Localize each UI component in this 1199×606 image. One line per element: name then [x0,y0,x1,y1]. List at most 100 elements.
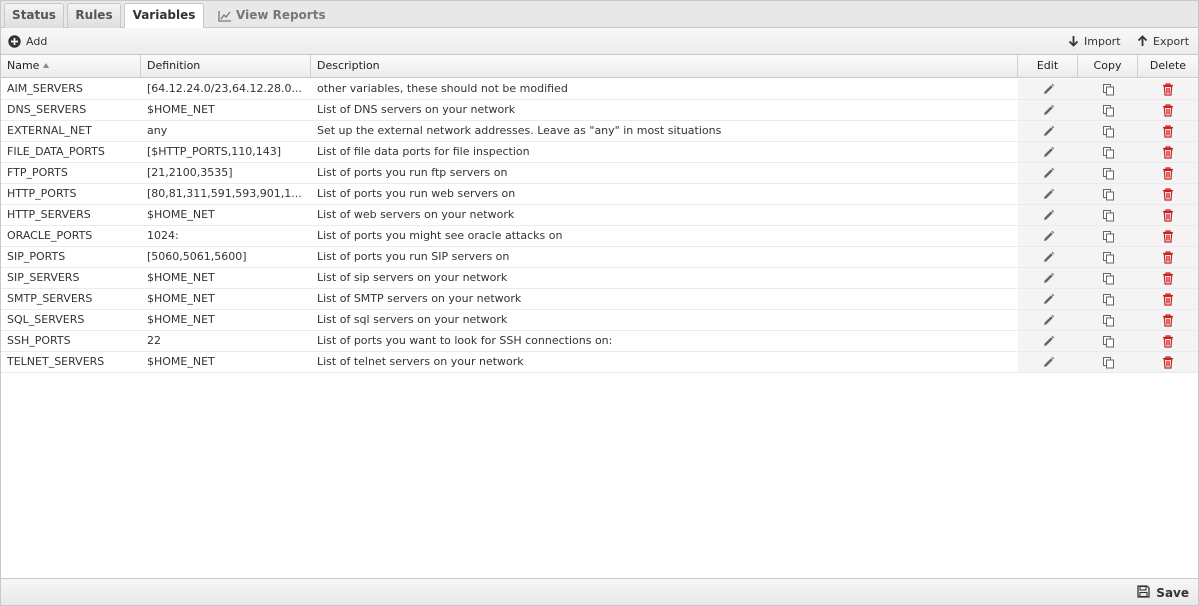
copy-icon [1102,314,1115,327]
edit-button[interactable] [1018,163,1078,183]
export-button[interactable]: Export [1137,28,1189,54]
variable-definition: [21,2100,3535] [147,166,233,179]
delete-button[interactable] [1138,205,1198,225]
table-row[interactable]: HTTP_SERVERS $HOME_NET List of web servers… [1,205,1198,226]
copy-button[interactable] [1078,163,1138,183]
column-header-description[interactable]: Description [311,55,1018,77]
column-header-name[interactable]: Name [1,55,141,77]
copy-button[interactable] [1078,184,1138,204]
delete-button[interactable] [1138,121,1198,141]
copy-button[interactable] [1078,352,1138,372]
table-row[interactable]: EXTERNAL_NET any Set up the external netwo… [1,121,1198,142]
variable-description: List of sql servers on your network [317,313,508,326]
edit-button[interactable] [1018,331,1078,351]
delete-button[interactable] [1138,268,1198,288]
tab-variables[interactable]: Variables [124,3,204,29]
delete-button[interactable] [1138,163,1198,183]
pencil-icon [1042,83,1055,96]
trash-icon [1162,334,1174,348]
edit-button[interactable] [1018,79,1078,99]
delete-button[interactable] [1138,100,1198,120]
tab-view-reports-label: View Reports [236,8,326,22]
variable-name: HTTP_SERVERS [7,208,91,221]
pencil-icon [1042,272,1055,285]
pencil-icon [1042,251,1055,264]
delete-button[interactable] [1138,226,1198,246]
table-row[interactable]: SIP_SERVERS $HOME_NET List of sip servers … [1,268,1198,289]
table-row[interactable]: SQL_SERVERS $HOME_NET List of sql servers … [1,310,1198,331]
delete-button[interactable] [1138,310,1198,330]
copy-icon [1102,209,1115,222]
table-row[interactable]: SMTP_SERVERS $HOME_NET List of SMTP server… [1,289,1198,310]
trash-icon [1162,187,1174,201]
edit-button[interactable] [1018,247,1078,267]
edit-button[interactable] [1018,352,1078,372]
copy-button[interactable] [1078,331,1138,351]
table-row[interactable]: SSH_PORTS 22 List of ports you want to loo… [1,331,1198,352]
column-header-name-label: Name [7,59,40,72]
copy-button[interactable] [1078,142,1138,162]
copy-icon [1102,83,1115,96]
edit-button[interactable] [1018,289,1078,309]
add-button-label: Add [26,34,48,48]
edit-button[interactable] [1018,121,1078,141]
variable-name: AIM_SERVERS [7,82,83,95]
variable-name: SIP_SERVERS [7,271,80,284]
toolbar: Add Import Export [1,28,1198,55]
table-row[interactable]: FTP_PORTS [21,2100,3535] List of ports you… [1,163,1198,184]
delete-button[interactable] [1138,352,1198,372]
copy-button[interactable] [1078,226,1138,246]
delete-button[interactable] [1138,289,1198,309]
table-row[interactable]: HTTP_PORTS [80,81,311,591,593,901,1... Lis… [1,184,1198,205]
add-button[interactable]: Add [8,28,47,54]
variable-definition: $HOME_NET [147,292,215,305]
trash-icon [1162,271,1174,285]
tab-rules[interactable]: Rules [67,3,121,28]
trash-icon [1162,145,1174,159]
copy-icon [1102,104,1115,117]
plus-circle-icon [8,34,21,48]
table-row[interactable]: SIP_PORTS [5060,5061,5600] List of ports y… [1,247,1198,268]
copy-button[interactable] [1078,121,1138,141]
tab-status[interactable]: Status [4,3,64,28]
save-button[interactable]: Save [1137,579,1189,606]
table-row[interactable]: FILE_DATA_PORTS [$HTTP_PORTS,110,143] List… [1,142,1198,163]
edit-button[interactable] [1018,142,1078,162]
copy-button[interactable] [1078,247,1138,267]
variable-description: List of sip servers on your network [317,271,508,284]
table-row[interactable]: DNS_SERVERS $HOME_NET List of DNS servers … [1,100,1198,121]
copy-icon [1102,167,1115,180]
floppy-disk-icon [1137,584,1150,601]
variable-definition: [$HTTP_PORTS,110,143] [147,145,282,158]
copy-icon [1102,356,1115,369]
variable-definition: [64.12.24.0/23,64.12.28.0... [147,82,302,95]
edit-button[interactable] [1018,268,1078,288]
copy-button[interactable] [1078,79,1138,99]
delete-button[interactable] [1138,247,1198,267]
edit-button[interactable] [1018,100,1078,120]
trash-icon [1162,229,1174,243]
copy-button[interactable] [1078,310,1138,330]
tab-view-reports[interactable]: View Reports [216,3,328,28]
import-button[interactable]: Import [1068,28,1121,54]
copy-button[interactable] [1078,268,1138,288]
edit-button[interactable] [1018,226,1078,246]
edit-button[interactable] [1018,205,1078,225]
delete-button[interactable] [1138,331,1198,351]
trash-icon [1162,103,1174,117]
column-header-definition[interactable]: Definition [141,55,311,77]
copy-button[interactable] [1078,289,1138,309]
tab-bar: Status Rules Variables View Reports [1,1,1198,29]
pencil-icon [1042,146,1055,159]
variables-panel: Status Rules Variables View Reports Add … [0,0,1199,606]
delete-button[interactable] [1138,79,1198,99]
edit-button[interactable] [1018,310,1078,330]
copy-button[interactable] [1078,205,1138,225]
copy-button[interactable] [1078,100,1138,120]
delete-button[interactable] [1138,142,1198,162]
table-row[interactable]: ORACLE_PORTS 1024: List of ports you might… [1,226,1198,247]
table-row[interactable]: AIM_SERVERS [64.12.24.0/23,64.12.28.0... o… [1,79,1198,100]
table-row[interactable]: TELNET_SERVERS $HOME_NET List of telnet se… [1,352,1198,373]
edit-button[interactable] [1018,184,1078,204]
delete-button[interactable] [1138,184,1198,204]
